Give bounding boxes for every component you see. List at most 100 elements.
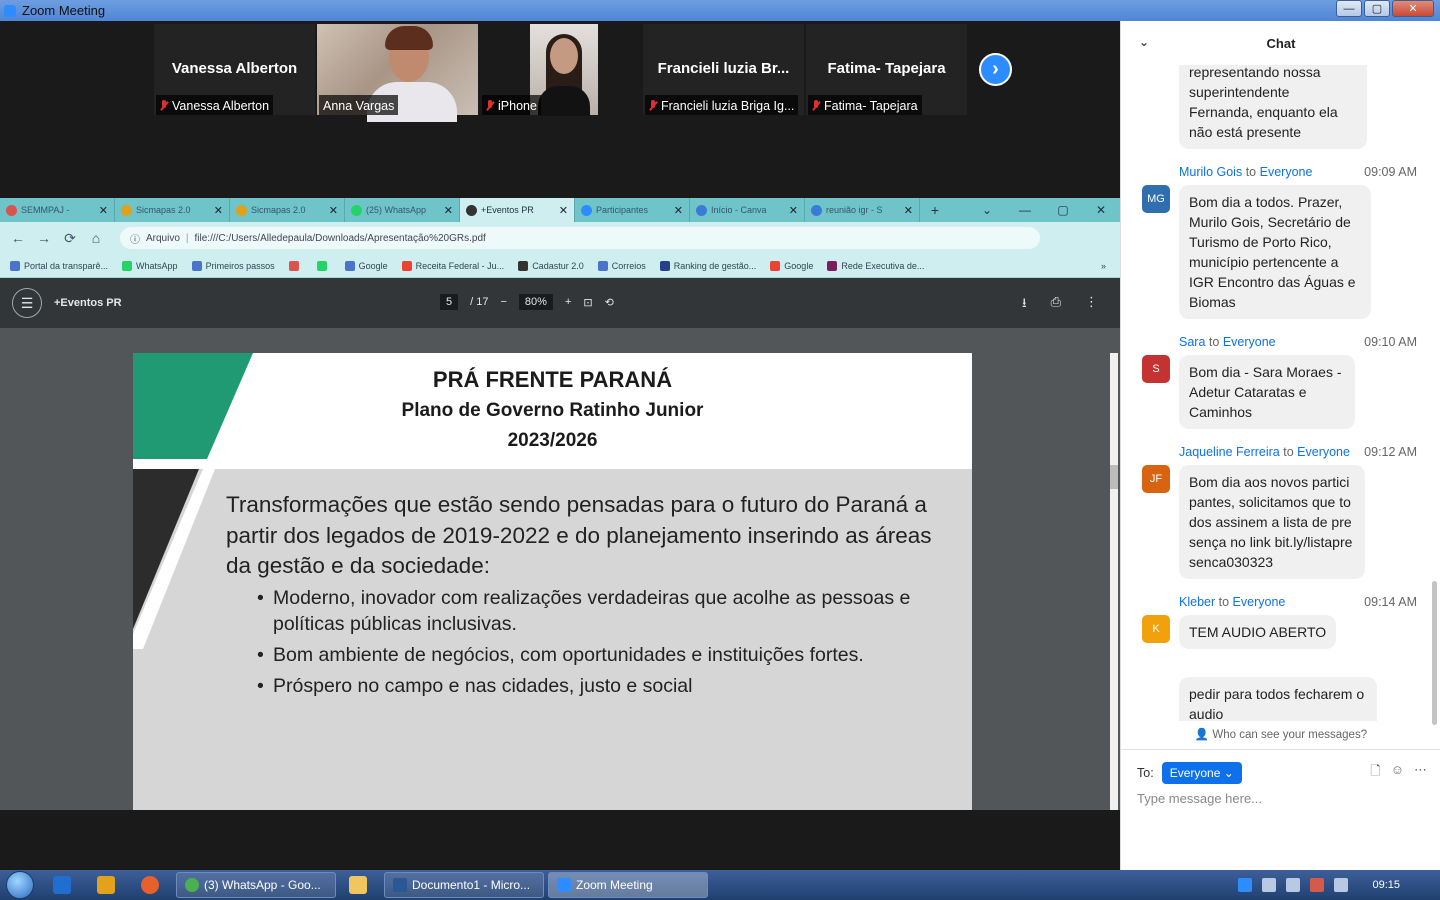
browser-tab[interactable]: Participantes ✕ (575, 198, 690, 222)
more-bookmarks-button[interactable]: » (1101, 261, 1106, 271)
file-icon[interactable]: 🗋 (1370, 762, 1380, 784)
recipient-dropdown[interactable]: Everyone ⌄ (1161, 762, 1242, 784)
browser-close-button[interactable]: ✕ (1082, 203, 1120, 217)
home-icon[interactable]: ⌂ (88, 230, 104, 246)
message-sender[interactable]: Kleber (1179, 595, 1215, 609)
forward-arrow-icon[interactable]: → (36, 230, 52, 246)
minimize-button[interactable]: — (1336, 0, 1362, 17)
more-options-icon[interactable]: ⋮ (1085, 294, 1098, 316)
message-meta: Kleber to Everyone (1179, 595, 1286, 609)
message-sender[interactable]: Murilo Gois (1179, 165, 1242, 179)
participant-caption: Vanessa Alberton (156, 95, 274, 115)
chat-actions: 🗋 ☺ ⋯ (1370, 762, 1427, 784)
pdf-page-controls: 5 / 17 − 80% + ⊡ ⟲ (440, 294, 614, 310)
tab-close-icon[interactable]: ✕ (329, 204, 338, 217)
flag-icon[interactable] (1310, 878, 1325, 892)
browser-tab[interactable]: Sicmapas 2.0 ✕ (115, 198, 230, 222)
back-arrow-icon[interactable]: ← (10, 230, 26, 246)
bookmark[interactable]: Correios (597, 260, 646, 271)
participant-tile[interactable]: Vanessa Alberton Vanessa Alberton (154, 24, 315, 115)
participant-tile[interactable]: iPhone (480, 24, 641, 116)
download-icon[interactable]: ⭳ (1022, 294, 1027, 316)
pdf-scrollbar[interactable] (1110, 353, 1118, 810)
message-bubble: Bom dia - Sara Moraes - Adetur Cataratas… (1179, 355, 1355, 429)
browser-tab[interactable]: reunião igr - S ✕ (805, 198, 920, 222)
window-title: Zoom Meeting (22, 3, 106, 18)
start-button[interactable] (0, 870, 40, 900)
zoom-tray-icon[interactable] (1238, 878, 1253, 892)
bookmark[interactable]: Ranking de gestão... (659, 260, 756, 271)
file-explorer-icon[interactable] (336, 870, 380, 900)
bookmark-favicon-icon (316, 260, 327, 271)
address-bar[interactable]: ⓘ Arquivo | file:///C:/Users/Alledepaula… (120, 227, 1040, 249)
reload-icon[interactable]: ⟳ (62, 230, 78, 247)
bookmark[interactable] (288, 260, 303, 271)
new-tab-button[interactable]: + (920, 198, 950, 222)
bookmark[interactable]: Cadastur 2.0 (518, 260, 584, 271)
bookmark[interactable]: Receita Federal - Ju... (401, 260, 504, 271)
tab-close-icon[interactable]: ✕ (444, 204, 453, 217)
firefox-icon[interactable] (128, 870, 172, 900)
message-sender[interactable]: Sara (1179, 335, 1205, 349)
bookmark[interactable]: Rede Executiva de... (827, 260, 924, 271)
taskbar-button-whatsapp[interactable]: (3) WhatsApp - Goo... (176, 872, 336, 898)
browser-tab-active[interactable]: +Eventos PR ✕ (460, 198, 575, 222)
emoji-icon[interactable]: ☺ (1391, 762, 1404, 784)
who-can-see-link[interactable]: 👤 Who can see your messages? (1121, 727, 1440, 741)
tab-close-icon[interactable]: ✕ (904, 204, 913, 217)
rotate-icon[interactable]: ⟲ (605, 296, 614, 309)
desktop: Zoom Meeting — ▢ ✕ Vanessa Alberton Vane… (0, 0, 1440, 900)
tab-close-icon[interactable]: ✕ (789, 204, 798, 217)
tab-search-icon[interactable]: ⌄ (968, 203, 1006, 217)
message-sender[interactable]: Jaqueline Ferreira (1179, 445, 1280, 459)
taskbar-clock[interactable]: 09:15 (1372, 879, 1400, 891)
bookmark[interactable]: WhatsApp (122, 260, 178, 271)
maximize-button[interactable]: ▢ (1364, 0, 1390, 17)
signal-icon[interactable] (1334, 878, 1349, 892)
outlook-icon[interactable] (40, 870, 84, 900)
bookmark[interactable]: Primeiros passos (191, 260, 275, 271)
bookmark-favicon-icon (191, 260, 202, 271)
message-meta: Jaqueline Ferreira to Everyone (1179, 445, 1350, 459)
participant-tile[interactable]: Fatima- Tapejara Fatima- Tapejara (806, 24, 967, 115)
participant-tile-active-speaker[interactable]: Anna Vargas (317, 24, 478, 122)
network-tray-icon[interactable] (1262, 878, 1277, 892)
bookmark[interactable] (316, 260, 331, 271)
taskbar-button-word[interactable]: Documento1 - Micro... (384, 872, 544, 898)
media-player-icon[interactable] (84, 870, 128, 900)
close-button[interactable]: ✕ (1392, 0, 1434, 17)
fit-page-icon[interactable]: ⊡ (583, 296, 592, 309)
browser-maximize-button[interactable]: ▢ (1044, 203, 1082, 217)
pdf-page-input[interactable]: 5 (440, 294, 459, 310)
browser-tab[interactable]: Início - Canva ✕ (690, 198, 805, 222)
bookmark-favicon-icon (288, 260, 299, 271)
bookmark[interactable]: Google (770, 260, 813, 271)
print-icon[interactable]: ⎙ (1051, 294, 1061, 316)
more-options-icon[interactable]: ⋯ (1414, 762, 1427, 784)
participant-tile[interactable]: Francieli luzia Br... Francieli luzia Br… (643, 24, 804, 115)
tab-close-icon[interactable]: ✕ (559, 204, 568, 217)
pdf-menu-icon[interactable]: ☰ (12, 288, 42, 318)
zoom-in-icon[interactable]: + (565, 296, 571, 308)
pdf-zoom-input[interactable]: 80% (518, 294, 553, 310)
participant-name: Fatima- Tapejara (827, 60, 946, 77)
tab-close-icon[interactable]: ✕ (214, 204, 223, 217)
pdf-actions: ⭳ ⎙ ⋮ (1022, 294, 1098, 316)
message-input[interactable]: Type message here... (1137, 791, 1262, 806)
message-recipient: Everyone (1222, 335, 1276, 349)
tab-close-icon[interactable]: ✕ (99, 204, 108, 217)
zoom-out-icon[interactable]: − (500, 296, 506, 308)
next-participants-arrow-icon[interactable]: › (979, 53, 1012, 86)
bookmark[interactable]: Google (344, 260, 388, 271)
browser-tab[interactable]: Sicmapas 2.0 ✕ (230, 198, 345, 222)
volume-icon[interactable] (1286, 878, 1301, 892)
bookmark[interactable]: Portal da transparê... (10, 260, 108, 271)
browser-tab[interactable]: SEMMPAJ - ✕ (0, 198, 115, 222)
taskbar-button-zoom[interactable]: Zoom Meeting (548, 872, 708, 898)
message-bubble: TEM AUDIO ABERTO (1179, 615, 1337, 649)
browser-tab[interactable]: (25) WhatsApp ✕ (345, 198, 460, 222)
chat-scrollbar[interactable] (1432, 71, 1437, 725)
tab-close-icon[interactable]: ✕ (674, 204, 683, 217)
browser-minimize-button[interactable]: — (1006, 203, 1044, 217)
collapse-chevron-icon[interactable]: ⌄ (1139, 35, 1149, 49)
